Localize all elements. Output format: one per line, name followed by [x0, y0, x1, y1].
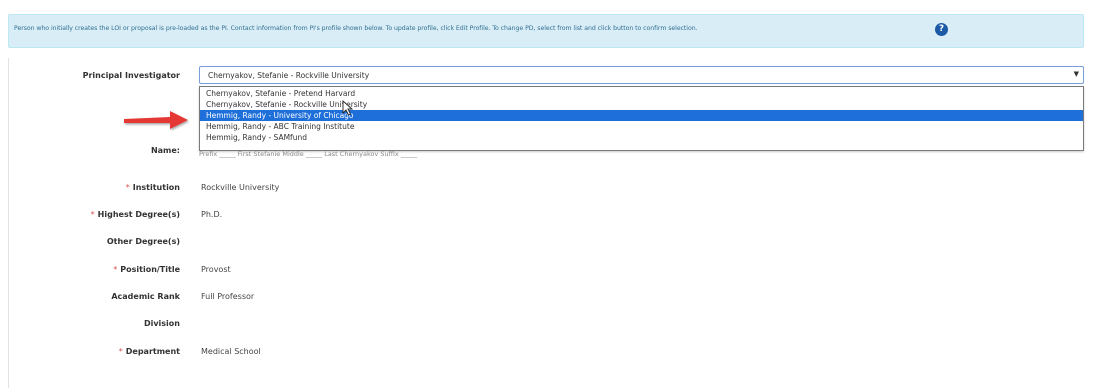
- institution-label: * Institution: [125, 183, 180, 192]
- department-label: * Department: [118, 347, 180, 356]
- principal-investigator-label: Principal Investigator: [82, 71, 180, 80]
- academic-rank-value: Full Professor: [201, 292, 255, 301]
- required-marker: *: [118, 347, 123, 356]
- dropdown-option[interactable]: Chernyakov, Stefanie - Rockville Univers…: [200, 99, 1083, 110]
- name-label: Name:: [150, 146, 180, 155]
- dropdown-option[interactable]: Hemmig, Randy - SAMfund: [200, 132, 1083, 143]
- dropdown-option-highlighted[interactable]: Hemmig, Randy - University of Chicago: [200, 110, 1083, 121]
- required-marker: *: [125, 183, 130, 192]
- dropdown-option[interactable]: Hemmig, Randy - ABC Training Institute: [200, 121, 1083, 132]
- required-marker: *: [113, 265, 118, 274]
- help-icon[interactable]: ?: [935, 23, 948, 36]
- other-degree-label: Other Degree(s): [106, 237, 180, 246]
- department-value: Medical School: [201, 347, 261, 356]
- highest-degree-value: Ph.D.: [201, 210, 223, 219]
- red-arrow-icon: [124, 111, 188, 129]
- required-marker: *: [90, 210, 95, 219]
- position-value: Provost: [201, 265, 231, 274]
- position-label: * Position/Title: [113, 265, 180, 274]
- info-text: Person who initially creates the LOI or …: [14, 25, 698, 32]
- mouse-cursor-icon: [342, 100, 354, 116]
- principal-investigator-select[interactable]: Chernyakov, Stefanie - Rockville Univers…: [199, 66, 1084, 84]
- division-label: Division: [143, 319, 180, 328]
- name-subfields: Prefix _____ First Stefanie Middle _____…: [199, 150, 418, 158]
- institution-value: Rockville University: [201, 183, 280, 192]
- chevron-down-icon: ▼: [1073, 70, 1079, 78]
- select-value: Chernyakov, Stefanie - Rockville Univers…: [208, 71, 370, 80]
- info-alert: Person who initially creates the LOI or …: [8, 14, 1084, 48]
- dropdown-option[interactable]: Chernyakov, Stefanie - Pretend Harvard: [200, 88, 1083, 99]
- highest-degree-label: * Highest Degree(s): [90, 210, 180, 219]
- principal-investigator-dropdown: Chernyakov, Stefanie - Pretend Harvard C…: [199, 86, 1084, 151]
- academic-rank-label: Academic Rank: [111, 292, 180, 301]
